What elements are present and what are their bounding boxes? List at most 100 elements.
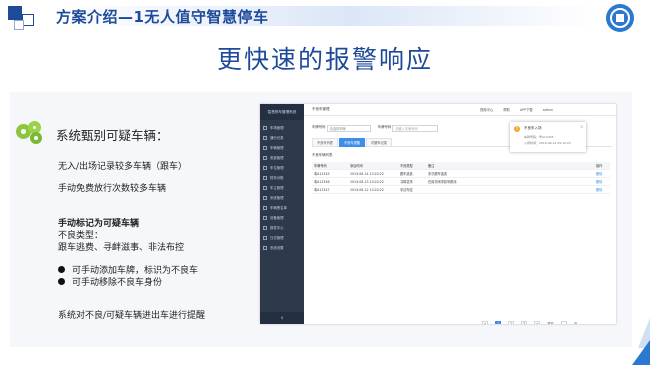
help-link[interactable]: 帮助: [503, 108, 510, 112]
menu-icon: [263, 175, 267, 180]
alert-time: 入场时间：2019-06-14 09:12:22: [524, 141, 571, 145]
table-header: 车牌号码 添加时间 不良类型 备注 操作: [312, 162, 610, 170]
feature-text: 系统对不良/可疑车辆进出车进行提醒: [58, 311, 206, 321]
plate-cell: 粤A12347: [314, 188, 330, 192]
menu-icon: [263, 185, 267, 190]
alert-plate: 车牌号码：粤A12345: [524, 135, 554, 139]
sidebar-item[interactable]: 车场管理: [263, 123, 303, 133]
page-button[interactable]: 2: [508, 320, 515, 324]
menu-icon: [263, 195, 267, 200]
close-icon[interactable]: ×: [580, 124, 583, 129]
column-header: 车牌号码: [314, 164, 327, 168]
menu-icon: [263, 215, 267, 220]
note-cell: 在岗亭闹事影响秩序: [428, 180, 457, 184]
column-header: 添加时间: [350, 164, 363, 168]
menu-icon: [263, 235, 267, 240]
sidebar-item[interactable]: 日志管理: [263, 233, 303, 243]
filter-bar: 车牌号码 请选择车牌 车牌号码 请输入车牌号码: [312, 124, 444, 132]
sidebar-item[interactable]: 系统设置: [263, 243, 303, 253]
user-menu[interactable]: admin: [543, 108, 553, 112]
table-caption: 不良车辆列表: [312, 153, 333, 157]
sidebar-item[interactable]: 报表中心: [263, 223, 303, 233]
sidebar-item[interactable]: 收费管理: [263, 153, 303, 163]
sidebar: 智慧停车管理系统 车场管理 通行记录 车辆管理 收费管理 车位管理 财务对账 车…: [260, 104, 304, 324]
menu-icon: [263, 155, 267, 160]
plate-cell: 粤A12346: [314, 180, 330, 184]
type-cell: 跟车逃费: [400, 172, 413, 176]
column-header: 操作: [596, 164, 603, 168]
table-row[interactable]: 粤A12345 2019-06-14 10:20:22 跟车逃费 多次跟车逃费 …: [312, 170, 610, 178]
topbar-actions: 视频中心 帮助 APP下载 admin: [480, 107, 562, 112]
vehicle-table: 车牌号码 添加时间 不良类型 备注 操作 粤A12345 2019-06-14 …: [312, 162, 610, 194]
delete-link[interactable]: 删除: [596, 186, 602, 194]
menu-icon: [263, 205, 267, 210]
app-download-link[interactable]: APP下载: [520, 108, 533, 112]
warning-icon: !: [514, 126, 520, 132]
gears-icon: [16, 121, 46, 145]
app-topbar: 不良车管理 视频中心 帮助 APP下载 admin: [304, 104, 616, 116]
delete-link[interactable]: 删除: [596, 170, 602, 178]
tab-suspicious[interactable]: 可疑车记录: [366, 138, 392, 147]
menu-icon: [263, 225, 267, 230]
app-screenshot: 智慧停车管理系统 车场管理 通行记录 车辆管理 收费管理 车位管理 财务对账 车…: [260, 104, 616, 324]
sidebar-item[interactable]: 系统管理: [263, 193, 303, 203]
sidebar-collapse-button[interactable]: ‹: [260, 312, 304, 324]
plate-select[interactable]: 请选择车牌: [326, 125, 371, 132]
column-header: 备注: [428, 164, 435, 168]
page-button[interactable]: 1: [495, 320, 502, 324]
bullet-item: 可手动移除不良车身份: [58, 275, 162, 288]
time-cell: 2019-06-14 10:20:22: [350, 172, 384, 176]
page-button[interactable]: 3: [521, 320, 528, 324]
plate-cell: 粤A12345: [314, 172, 330, 176]
video-center-link[interactable]: 视频中心: [480, 108, 493, 112]
time-cell: 2019-06-13 10:20:22: [350, 180, 384, 184]
jump-label: 跳至: [547, 322, 554, 324]
alert-notification[interactable]: ! 不良车入场 车牌号码：粤A12345 入场时间：2019-06-14 09:…: [510, 122, 586, 152]
tab-reminder[interactable]: 不良车提醒: [339, 138, 365, 147]
sidebar-item[interactable]: 财务对账: [263, 173, 303, 183]
filter-label: 车牌号码: [377, 125, 392, 129]
sidebar-item[interactable]: 车位管理: [263, 163, 303, 173]
type-cell: 寻衅滋事: [400, 180, 413, 184]
bullet-icon: [58, 278, 65, 285]
header-title: 方案介绍—1无人值守智慧停车: [56, 8, 269, 26]
slide: 方案介绍—1无人值守智慧停车 更快速的报警响应 系统甄别可疑车辆： 无入/出场记…: [0, 0, 650, 365]
sidebar-item[interactable]: 通行记录: [263, 133, 303, 143]
menu-icon: [263, 245, 267, 250]
time-cell: 2019-06-12 10:20:22: [350, 188, 384, 192]
note-cell: 多次跟车逃费: [428, 172, 448, 176]
sidebar-item[interactable]: 车辆黑名单: [263, 203, 303, 213]
sidebar-item[interactable]: 设备管理: [263, 213, 303, 223]
sidebar-item[interactable]: 车辆管理: [263, 143, 303, 153]
menu-icon: [263, 135, 267, 140]
corner-decoration: [632, 340, 650, 365]
type-cell: 非法布控: [400, 188, 413, 192]
alert-title: 不良车入场: [524, 126, 542, 130]
delete-link[interactable]: 删除: [596, 178, 602, 186]
menu-icon: [263, 165, 267, 170]
section-heading: 系统甄别可疑车辆：: [56, 128, 169, 143]
table-row[interactable]: 粤A12347 2019-06-12 10:20:22 非法布控 删除: [312, 186, 610, 194]
column-header: 不良类型: [400, 164, 413, 168]
feature-text: 跟车逃费、寻衅滋事、非法布控: [58, 243, 185, 253]
deco-square-icon: [8, 6, 22, 20]
page-suffix: 页: [574, 322, 578, 324]
bullet-text: 可手动移除不良车身份: [72, 278, 163, 288]
feature-text: 无入/出场记录较多车辆（跟车）: [58, 162, 188, 172]
bullet-icon: [58, 266, 65, 273]
plate-input[interactable]: 请输入车牌号码: [392, 125, 439, 132]
feature-text: 手动免费放行次数较多车辆: [58, 184, 167, 194]
menu-icon: [263, 125, 267, 130]
next-page-button[interactable]: >: [534, 320, 541, 324]
sidebar-title: 智慧停车管理系统: [260, 104, 304, 120]
company-logo-icon: [606, 4, 634, 32]
tab-list[interactable]: 不良车列表: [312, 138, 338, 147]
filter-label: 车牌号码: [312, 125, 326, 129]
prev-page-button[interactable]: <: [482, 320, 488, 324]
sidebar-item[interactable]: 车主管理: [263, 183, 303, 193]
menu-icon: [263, 145, 267, 150]
pagination: < 1 2 3 > 跳至 页: [480, 313, 577, 324]
jump-input[interactable]: [560, 320, 567, 324]
deco-square-light-icon: [14, 20, 24, 30]
table-row[interactable]: 粤A12346 2019-06-13 10:20:22 寻衅滋事 在岗亭闹事影响…: [312, 178, 610, 186]
